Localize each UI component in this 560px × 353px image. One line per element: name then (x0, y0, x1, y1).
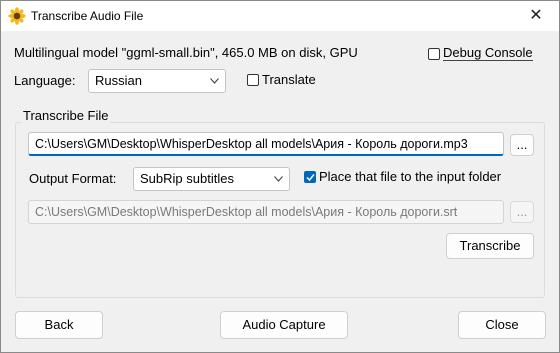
place-in-input-folder-label[interactable]: Place that file to the input folder (319, 169, 501, 184)
output-format-select-value: SubRip subtitles (140, 171, 234, 186)
debug-console-checkbox[interactable] (428, 48, 440, 60)
translate-label[interactable]: Translate (262, 72, 316, 87)
title-bar: Transcribe Audio File ✕ (1, 1, 559, 31)
browse-output-button: ... (510, 201, 534, 223)
transcribe-file-group-title: Transcribe File (21, 108, 111, 123)
translate-checkbox[interactable] (247, 74, 259, 86)
chevron-down-icon (210, 78, 219, 84)
language-select-value: Russian (95, 73, 142, 88)
debug-console-label[interactable]: Debug Console (443, 46, 533, 61)
output-format-label: Output Format: (29, 171, 117, 186)
input-file-path-field[interactable]: C:\Users\GM\Desktop\WhisperDesktop all m… (28, 132, 504, 156)
model-info-text: Multilingual model "ggml-small.bin", 465… (14, 45, 358, 60)
output-format-select[interactable]: SubRip subtitles (133, 167, 290, 191)
chevron-down-icon (274, 176, 283, 182)
checkmark-icon (306, 174, 315, 182)
language-select[interactable]: Russian (88, 69, 226, 93)
audio-capture-button[interactable]: Audio Capture (220, 311, 348, 339)
close-button[interactable]: Close (458, 311, 546, 339)
window-title: Transcribe Audio File (31, 9, 144, 23)
app-sunflower-icon (8, 7, 26, 25)
back-button[interactable]: Back (15, 311, 103, 339)
place-in-input-folder-checkbox[interactable] (304, 171, 316, 183)
output-file-path-field: C:\Users\GM\Desktop\WhisperDesktop all m… (28, 200, 504, 224)
window-close-icon[interactable]: ✕ (513, 1, 559, 31)
dialog-window: Transcribe Audio File ✕ Multilingual mod… (0, 0, 560, 353)
browse-input-button[interactable]: ... (510, 134, 534, 156)
language-label: Language: (14, 73, 76, 88)
transcribe-button[interactable]: Transcribe (446, 233, 534, 259)
